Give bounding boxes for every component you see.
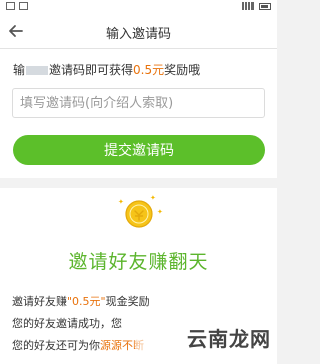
gold-coin-icon: [125, 200, 153, 228]
invite-code-input[interactable]: [12, 88, 265, 118]
battery-icon: [259, 2, 271, 10]
promo-line-2: 您的好友邀请成功，您: [12, 317, 122, 330]
hint-main: 邀请码即可获得: [49, 63, 134, 77]
app-icon: [19, 2, 28, 10]
sparkle-icon: ✦: [157, 208, 163, 216]
hint-prefix: 输: [13, 63, 26, 77]
page-title: 输入邀请码: [105, 27, 171, 42]
hint-suffix: 奖励哦: [164, 63, 201, 77]
notification-icon: [6, 2, 15, 10]
promo-line-1: 邀请好友赚"0.5元"现金奖励: [12, 293, 150, 309]
sparkle-icon: ✦: [118, 198, 124, 206]
submit-invite-button[interactable]: 提交邀请码: [13, 135, 265, 165]
invite-panel: 输 邀请码即可获得0.5元奖励哦 提交邀请码: [0, 49, 277, 178]
hint-amount: 0.5元: [133, 63, 165, 77]
header-bar: 输入邀请码: [0, 14, 277, 49]
line3-a: 您的好友还可为你: [12, 339, 100, 352]
redacted-mask: [26, 66, 49, 75]
promo-title: 邀请好友赚翻天: [68, 251, 209, 273]
watermark-logo: 云南龙网: [187, 327, 271, 351]
line1-highlight: "0.5元": [67, 295, 106, 308]
promo-section: ✦ ✦ ✦ 邀请好友赚翻天 邀请好友赚"0.5元"现金奖励 您的好友邀请成功，您…: [0, 188, 277, 364]
promo-line-3: 您的好友还可为你源源不断: [12, 337, 144, 353]
line1-b: 现金奖励: [105, 295, 150, 308]
status-bar: [0, 0, 277, 14]
signal-icon: [242, 2, 254, 10]
invite-hint: 输 邀请码即可获得0.5元奖励哦: [13, 61, 200, 78]
line1-a: 邀请好友赚: [12, 295, 67, 308]
